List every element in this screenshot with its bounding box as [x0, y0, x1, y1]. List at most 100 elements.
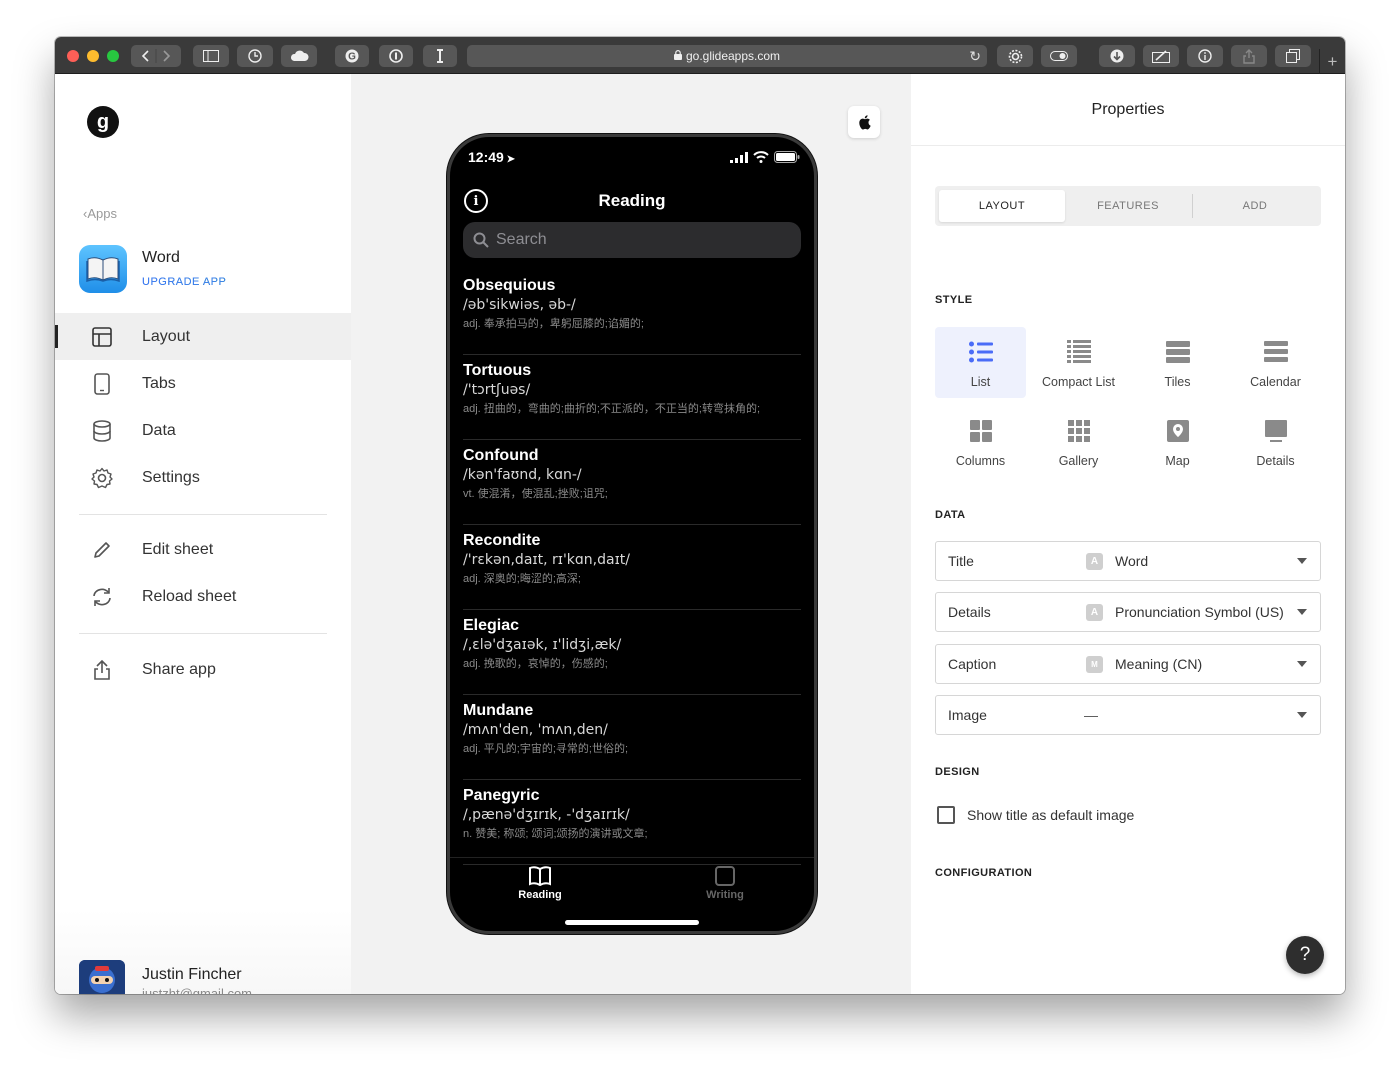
list-item[interactable]: Tortuous /'tɔrtʃuəs/ adj. 扭曲的，弯曲的;曲折的;不正…: [463, 355, 801, 440]
reload-icon[interactable]: ↻: [969, 48, 981, 65]
new-tab-button[interactable]: +: [1319, 49, 1345, 74]
style-option-compact-list[interactable]: Compact List: [1033, 327, 1124, 398]
style-option-label: Calendar: [1250, 375, 1301, 389]
field-label: Caption: [948, 656, 997, 672]
nav-item-data[interactable]: Data: [55, 407, 351, 454]
word-title: Elegiac: [463, 617, 520, 634]
help-button[interactable]: ?: [1286, 936, 1324, 974]
refresh-icon: [90, 585, 114, 609]
style-option-columns[interactable]: Columns: [935, 406, 1026, 477]
back-forward-buttons[interactable]: [131, 45, 181, 67]
word-meaning: vt. 使混淆，使混乱;挫败;诅咒;: [463, 488, 608, 500]
tab-layout[interactable]: LAYOUT: [939, 190, 1065, 222]
list-item[interactable]: Confound /kən'faʊnd, kɑn-/ vt. 使混淆，使混乱;挫…: [463, 440, 801, 525]
preview-pane: 12:49 ➤ i Reading Search Obsequious /əb'…: [351, 74, 911, 994]
search-input[interactable]: Search: [463, 222, 801, 258]
style-option-label: Columns: [955, 454, 1006, 468]
share-app-label: Share app: [142, 660, 216, 678]
word-pronunciation: /,pænə'dʒɪrɪk, -'dʒaɪrɪk/: [463, 807, 630, 823]
show-title-checkbox[interactable]: [937, 806, 955, 824]
style-option-gallery[interactable]: Gallery: [1033, 406, 1124, 477]
info-button[interactable]: [1187, 45, 1223, 67]
history-button[interactable]: [237, 45, 273, 67]
caption-field-select[interactable]: Caption M Meaning (CN): [935, 644, 1321, 684]
upgrade-app-link[interactable]: UPGRADE APP: [142, 276, 226, 288]
list-item[interactable]: Obsequious /əb'sikwiəs, əb-/ adj. 奉承拍马的，…: [463, 270, 801, 355]
close-window-button[interactable]: [67, 50, 79, 62]
style-option-details[interactable]: Details: [1230, 406, 1321, 477]
reload-sheet-button[interactable]: Reload sheet: [55, 573, 351, 620]
sidebar-toggle-button[interactable]: [193, 45, 229, 67]
tab-writing[interactable]: Writing: [675, 864, 775, 901]
share-button[interactable]: [1231, 45, 1267, 67]
share-app-button[interactable]: Share app: [55, 646, 351, 693]
phone-tab-bar: Reading Writing: [450, 857, 814, 917]
toggle-extension-button[interactable]: [1041, 45, 1077, 67]
style-option-list[interactable]: List: [935, 327, 1026, 398]
settings-extension-button[interactable]: [997, 45, 1033, 67]
browser-toolbar: G go.glideapps.com ↻ +: [55, 37, 1345, 74]
info-icon: [1198, 49, 1212, 63]
tab-label: Reading: [518, 889, 562, 901]
style-option-label: Compact List: [1042, 375, 1115, 389]
cloud-icon: [290, 50, 309, 61]
style-option-label: Tiles: [1164, 375, 1191, 389]
style-option-calendar[interactable]: Calendar: [1230, 327, 1321, 398]
svg-text:G: G: [348, 52, 356, 63]
downloads-button[interactable]: [1099, 45, 1135, 67]
list-item[interactable]: Recondite /'rɛkən,daɪt, rɪ'kɑn,daɪt/ adj…: [463, 525, 801, 610]
icloud-button[interactable]: [281, 45, 317, 67]
list-item[interactable]: Panegyric /,pænə'dʒɪrɪk, -'dʒaɪrɪk/ n. 赞…: [463, 780, 801, 865]
nav-item-label: Settings: [142, 468, 200, 486]
app-icon[interactable]: [79, 245, 127, 293]
details-field-select[interactable]: Details A Pronunciation Symbol (US): [935, 592, 1321, 632]
markdown-column-icon: M: [1086, 656, 1103, 673]
onepassword-icon: [389, 49, 403, 63]
list-item[interactable]: Mundane /mʌn'den, 'mʌn,den/ adj. 平凡的;宇宙的…: [463, 695, 801, 780]
nav-item-label: Layout: [142, 327, 191, 345]
style-option-tiles[interactable]: Tiles: [1132, 327, 1223, 398]
tab-reading[interactable]: Reading: [490, 864, 590, 901]
edit-sheet-label: Edit sheet: [142, 540, 214, 558]
style-option-map[interactable]: Map: [1132, 406, 1223, 477]
sidebar-icon: [203, 50, 219, 62]
gear-icon: [90, 466, 114, 490]
style-option-label: Map: [1165, 454, 1190, 468]
grammarly-extension-button[interactable]: G: [335, 45, 369, 67]
edit-sheet-button[interactable]: Edit sheet: [55, 526, 351, 573]
apps-back-link[interactable]: ‹Apps: [83, 206, 117, 221]
tab-overview-button[interactable]: [1275, 45, 1311, 67]
glide-logo[interactable]: g: [87, 106, 119, 138]
user-email: justzht@gmail.com: [142, 986, 253, 994]
list-item[interactable]: Elegiac /,ɛlə'dʒaɪək, ɪ'lidʒi,æk/ adj. 挽…: [463, 610, 801, 695]
gear-icon: [1008, 49, 1022, 63]
tab-features[interactable]: FEATURES: [1065, 190, 1191, 222]
markup-button[interactable]: [1143, 45, 1179, 67]
field-value: Meaning (CN): [1115, 656, 1203, 672]
reader-extension-button[interactable]: [423, 45, 457, 67]
section-style-label: STYLE: [935, 294, 973, 306]
nav-item-tabs[interactable]: Tabs: [55, 360, 351, 407]
tab-add[interactable]: ADD: [1193, 190, 1317, 222]
text-cursor-icon: [437, 49, 443, 63]
properties-tabs: LAYOUT FEATURES ADD: [935, 186, 1321, 226]
nav-item-settings[interactable]: Settings: [55, 454, 351, 501]
show-title-default-image-option[interactable]: Show title as default image: [935, 806, 1134, 824]
avatar[interactable]: YES WE CODE: [79, 960, 125, 994]
word-title: Tortuous: [463, 362, 532, 379]
style-option-label: Details: [1256, 454, 1295, 468]
password-extension-button[interactable]: [379, 45, 413, 67]
ios-preview-button[interactable]: [848, 106, 880, 138]
address-bar[interactable]: go.glideapps.com ↻: [467, 45, 987, 67]
title-field-select[interactable]: Title A Word: [935, 541, 1321, 581]
chevron-left-icon: [141, 49, 171, 63]
list-icon: [968, 339, 993, 365]
properties-panel: Properties LAYOUT FEATURES ADD STYLE Lis…: [911, 74, 1345, 994]
image-field-select[interactable]: Image —: [935, 695, 1321, 735]
reload-sheet-label: Reload sheet: [142, 587, 237, 605]
field-label: Image: [948, 707, 987, 723]
zoom-window-button[interactable]: [107, 50, 119, 62]
minimize-window-button[interactable]: [87, 50, 99, 62]
nav-item-layout[interactable]: Layout: [55, 313, 351, 360]
download-icon: [1110, 49, 1124, 63]
